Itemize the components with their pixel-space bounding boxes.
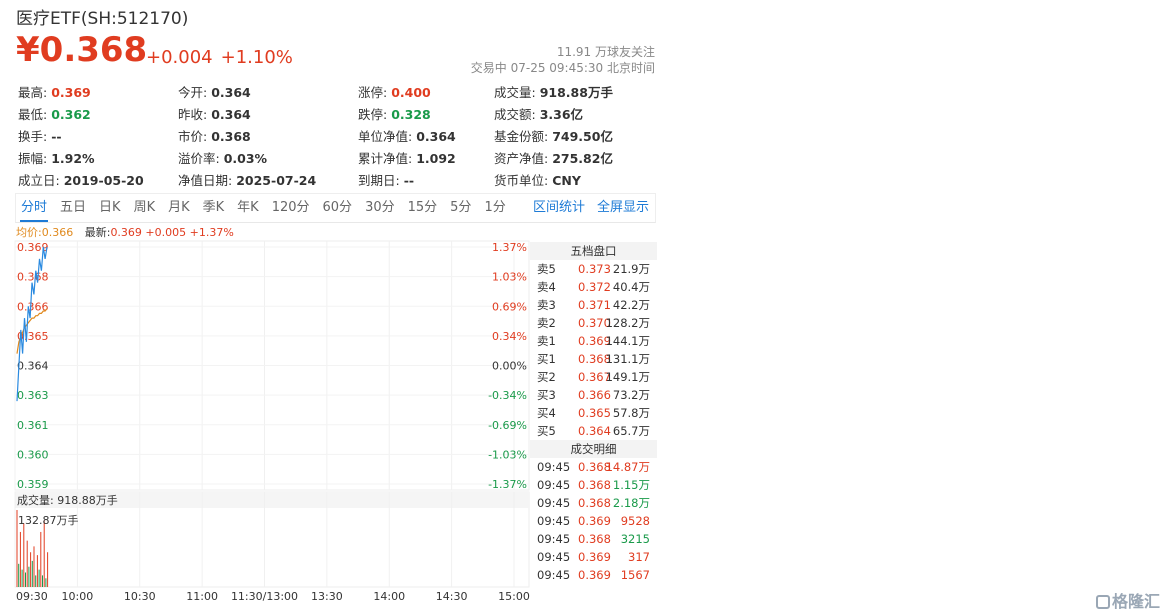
order-price: 0.365 <box>578 406 611 420</box>
y-tick-right: -1.03% <box>488 448 527 461</box>
order-book-row: 买4 0.365 57.8万 <box>530 404 657 422</box>
trade-volume: 2.18万 <box>612 496 650 510</box>
y-tick-left: 0.363 <box>17 389 49 402</box>
trade-time: 09:45 <box>537 550 571 564</box>
trade-price: 0.368 <box>578 478 611 492</box>
order-book-title: 五档盘口 <box>530 242 657 260</box>
y-tick-left: 0.359 <box>17 478 49 491</box>
trade-volume: 1.15万 <box>612 478 650 492</box>
order-volume: 21.9万 <box>612 262 650 276</box>
logo-icon <box>1095 595 1110 609</box>
trade-row: 09:45 0.368 1.15万 <box>530 476 657 494</box>
x-tick-label: 11:30/13:00 <box>231 590 298 603</box>
trade-price: 0.369 <box>578 514 611 528</box>
order-volume: 42.2万 <box>612 298 650 312</box>
order-volume: 40.4万 <box>612 280 650 294</box>
order-volume: 65.7万 <box>612 424 650 438</box>
x-tick-label: 14:30 <box>436 590 468 603</box>
order-price: 0.366 <box>578 388 611 402</box>
x-tick-label: 10:30 <box>124 590 156 603</box>
trade-price: 0.369 <box>578 550 611 564</box>
order-book-row: 买2 0.367 149.1万 <box>530 368 657 386</box>
y-tick-right: 0.34% <box>492 330 527 343</box>
trade-row: 09:45 0.369 317 <box>530 548 657 566</box>
order-level-label: 卖3 <box>537 298 556 312</box>
x-tick-label: 13:30 <box>311 590 343 603</box>
order-volume: 73.2万 <box>612 388 650 402</box>
order-level-label: 买3 <box>537 388 556 402</box>
order-level-label: 卖4 <box>537 280 556 294</box>
y-tick-right: 1.03% <box>492 271 527 284</box>
order-book: 五档盘口卖5 0.373 21.9万卖4 0.372 40.4万卖3 0.371 42.2万… <box>530 242 657 584</box>
trade-time: 09:45 <box>537 496 571 510</box>
order-level-label: 卖2 <box>537 316 556 330</box>
order-volume: 144.1万 <box>605 334 650 348</box>
trade-volume: 317 <box>628 550 650 564</box>
order-book-row: 卖1 0.369 144.1万 <box>530 332 657 350</box>
order-book-row: 卖5 0.373 21.9万 <box>530 260 657 278</box>
order-level-label: 买5 <box>537 424 556 438</box>
trade-volume: 3215 <box>620 532 650 546</box>
order-level-label: 买2 <box>537 370 556 384</box>
y-tick-left: 0.361 <box>17 419 49 432</box>
order-volume: 131.1万 <box>605 352 650 366</box>
y-tick-left: 0.364 <box>17 360 49 373</box>
y-tick-right: 0.00% <box>492 360 527 373</box>
y-tick-left: 0.360 <box>17 448 49 461</box>
order-volume: 128.2万 <box>605 316 650 330</box>
order-level-label: 买1 <box>537 352 556 366</box>
trades-title: 成交明细 <box>530 440 657 458</box>
trade-time: 09:45 <box>537 532 571 546</box>
trade-volume: 14.87万 <box>605 460 650 474</box>
trade-volume: 1567 <box>620 568 650 582</box>
y-tick-right: 1.37% <box>492 241 527 254</box>
trade-row: 09:45 0.368 3215 <box>530 530 657 548</box>
x-tick-label: 10:00 <box>62 590 94 603</box>
trade-row: 09:45 0.369 1567 <box>530 566 657 584</box>
order-price: 0.364 <box>578 424 611 438</box>
trade-row: 09:45 0.368 14.87万 <box>530 458 657 476</box>
trade-row: 09:45 0.369 9528 <box>530 512 657 530</box>
order-book-row: 买5 0.364 65.7万 <box>530 422 657 440</box>
order-book-row: 卖3 0.371 42.2万 <box>530 296 657 314</box>
y-tick-right: -0.34% <box>488 389 527 402</box>
trade-time: 09:45 <box>537 568 571 582</box>
trade-time: 09:45 <box>537 460 571 474</box>
logo-text: 格隆汇 <box>1111 592 1160 611</box>
y-tick-right: 0.69% <box>492 300 527 313</box>
trade-price: 0.368 <box>578 532 611 546</box>
watermark-logo: 格隆汇 <box>1095 588 1160 612</box>
order-price: 0.371 <box>578 298 611 312</box>
x-tick-label: 11:00 <box>186 590 218 603</box>
trade-volume: 9528 <box>620 514 650 528</box>
trade-row: 09:45 0.368 2.18万 <box>530 494 657 512</box>
y-tick-right: -0.69% <box>488 419 527 432</box>
trade-price: 0.368 <box>578 496 611 510</box>
order-price: 0.373 <box>578 262 611 276</box>
order-level-label: 卖5 <box>537 262 556 276</box>
order-volume: 57.8万 <box>612 406 650 420</box>
x-tick-label: 09:30 <box>16 590 48 603</box>
trade-price: 0.369 <box>578 568 611 582</box>
x-tick-label: 15:00 <box>498 590 530 603</box>
volume-label: 成交量: 918.88万手 <box>17 493 118 507</box>
volume-peak-label: 132.87万手 <box>18 513 79 527</box>
order-price: 0.372 <box>578 280 611 294</box>
y-tick-left: 0.368 <box>17 271 49 284</box>
order-level-label: 卖1 <box>537 334 556 348</box>
order-book-row: 买3 0.366 73.2万 <box>530 386 657 404</box>
order-book-row: 卖2 0.370 128.2万 <box>530 314 657 332</box>
order-volume: 149.1万 <box>605 370 650 384</box>
x-tick-label: 14:00 <box>373 590 405 603</box>
y-tick-right: -1.37% <box>488 478 527 491</box>
order-book-row: 买1 0.368 131.1万 <box>530 350 657 368</box>
order-level-label: 买4 <box>537 406 556 420</box>
trade-time: 09:45 <box>537 478 571 492</box>
trade-time: 09:45 <box>537 514 571 528</box>
order-book-row: 卖4 0.372 40.4万 <box>530 278 657 296</box>
